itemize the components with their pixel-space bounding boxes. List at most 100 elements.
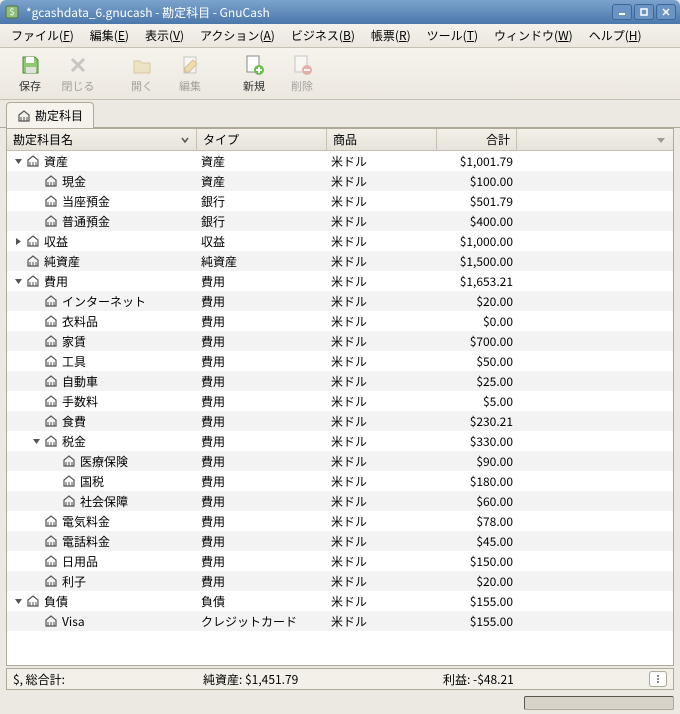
account-name-cell: 費用 [7, 273, 197, 290]
table-row[interactable]: 電気料金費用米ドル$78.00 [7, 511, 673, 531]
table-row[interactable]: 食費費用米ドル$230.21 [7, 411, 673, 431]
menu-windows[interactable]: ウィンドウ(W) [487, 24, 580, 47]
table-row[interactable]: 費用費用米ドル$1,653.21 [7, 271, 673, 291]
account-total-cell: $1,653.21 [437, 273, 517, 290]
account-total-cell: $20.00 [437, 573, 517, 590]
account-commodity-cell: 米ドル [327, 353, 437, 370]
tab-accounts[interactable]: 勘定科目 [6, 102, 94, 128]
account-commodity-cell: 米ドル [327, 193, 437, 210]
account-total-cell: $180.00 [437, 473, 517, 490]
account-name-cell: 当座預金 [7, 193, 197, 210]
svg-text:$: $ [10, 5, 15, 18]
expander-none [31, 316, 42, 327]
account-type-cell: 費用 [197, 333, 327, 350]
table-row[interactable]: 自動車費用米ドル$25.00 [7, 371, 673, 391]
account-commodity-cell: 米ドル [327, 433, 437, 450]
account-commodity-cell: 米ドル [327, 533, 437, 550]
menu-edit[interactable]: 編集(E) [83, 24, 136, 47]
expander-none [31, 416, 42, 427]
account-name-cell: インターネット [7, 293, 197, 310]
table-row[interactable]: 医療保険費用米ドル$90.00 [7, 451, 673, 471]
menu-file[interactable]: ファイル(F) [4, 24, 81, 47]
window-title: *gcashdata_6.gnucash - 勘定科目 - GnuCash [26, 4, 612, 21]
account-name-cell: 手数料 [7, 393, 197, 410]
account-icon [62, 494, 76, 508]
table-row[interactable]: 純資産純資産米ドル$1,500.00 [7, 251, 673, 271]
account-total-cell: $25.00 [437, 373, 517, 390]
table-row[interactable]: インターネット費用米ドル$20.00 [7, 291, 673, 311]
table-row[interactable]: 当座預金銀行米ドル$501.79 [7, 191, 673, 211]
table-row[interactable]: 手数料費用米ドル$5.00 [7, 391, 673, 411]
table-row[interactable]: 普通預金銀行米ドル$400.00 [7, 211, 673, 231]
account-type-cell: 資産 [197, 153, 327, 170]
column-header-row: 勘定科目名 タイプ 商品 合計 [7, 129, 673, 151]
account-name-label: 医療保険 [80, 453, 128, 470]
expander-open-icon[interactable] [13, 156, 24, 167]
column-header-total[interactable]: 合計 [437, 129, 517, 150]
expander-none [31, 536, 42, 547]
table-row[interactable]: 収益収益米ドル$1,000.00 [7, 231, 673, 251]
toolbar-open-button: 開く [118, 50, 166, 98]
tabbar: 勘定科目 [0, 100, 680, 128]
menu-actions[interactable]: アクション(A) [193, 24, 282, 47]
table-row[interactable]: Visaクレジットカード米ドル$155.00 [7, 611, 673, 631]
column-header-name[interactable]: 勘定科目名 [7, 129, 197, 150]
menu-business[interactable]: ビジネス(B) [284, 24, 362, 47]
summary-menu-button[interactable] [649, 671, 667, 687]
table-row[interactable]: 負債負債米ドル$155.00 [7, 591, 673, 611]
table-row[interactable]: 工具費用米ドル$50.00 [7, 351, 673, 371]
column-header-commodity[interactable]: 商品 [327, 129, 437, 150]
table-row[interactable]: 日用品費用米ドル$150.00 [7, 551, 673, 571]
account-name-cell: 収益 [7, 233, 197, 250]
table-row[interactable]: 現金資産米ドル$100.00 [7, 171, 673, 191]
table-row[interactable]: 衣料品費用米ドル$0.00 [7, 311, 673, 331]
account-name-label: 自動車 [62, 373, 98, 390]
table-row[interactable]: 税金費用米ドル$330.00 [7, 431, 673, 451]
account-commodity-cell: 米ドル [327, 333, 437, 350]
table-row[interactable]: 利子費用米ドル$20.00 [7, 571, 673, 591]
chevron-down-icon [180, 135, 190, 145]
account-icon [26, 254, 40, 268]
account-total-cell: $45.00 [437, 533, 517, 550]
account-type-cell: 費用 [197, 353, 327, 370]
close-button[interactable] [656, 4, 676, 20]
expander-open-icon[interactable] [13, 276, 24, 287]
menu-help[interactable]: ヘルプ(H) [582, 24, 649, 47]
menu-tools[interactable]: ツール(T) [420, 24, 485, 47]
account-type-cell: 費用 [197, 473, 327, 490]
maximize-button[interactable] [634, 4, 654, 20]
account-type-cell: 費用 [197, 273, 327, 290]
account-type-cell: 費用 [197, 433, 327, 450]
expander-open-icon[interactable] [13, 596, 24, 607]
column-header-type[interactable]: タイプ [197, 129, 327, 150]
menu-reports[interactable]: 帳票(R) [364, 24, 418, 47]
expander-none [31, 336, 42, 347]
account-total-cell: $100.00 [437, 173, 517, 190]
expander-none [49, 456, 60, 467]
table-row[interactable]: 電話料金費用米ドル$45.00 [7, 531, 673, 551]
account-name-cell: 医療保険 [7, 453, 197, 470]
account-type-cell: 費用 [197, 313, 327, 330]
toolbar-save-button[interactable]: 保存 [6, 50, 54, 98]
table-row[interactable]: 社会保障費用米ドル$60.00 [7, 491, 673, 511]
account-icon [26, 154, 40, 168]
account-commodity-cell: 米ドル [327, 593, 437, 610]
account-icon [44, 174, 58, 188]
table-row[interactable]: 国税費用米ドル$180.00 [7, 471, 673, 491]
expander-closed-icon[interactable] [13, 236, 24, 247]
menu-view[interactable]: 表示(V) [138, 24, 191, 47]
account-commodity-cell: 米ドル [327, 413, 437, 430]
account-icon [44, 514, 58, 528]
account-name-cell: 日用品 [7, 553, 197, 570]
table-row[interactable]: 資産資産米ドル$1,001.79 [7, 151, 673, 171]
account-commodity-cell: 米ドル [327, 453, 437, 470]
table-row[interactable]: 家賃費用米ドル$700.00 [7, 331, 673, 351]
minimize-button[interactable] [612, 4, 632, 20]
toolbar-new-button[interactable]: 新規 [230, 50, 278, 98]
expander-open-icon[interactable] [31, 436, 42, 447]
open-icon [131, 54, 153, 76]
account-tree[interactable]: 資産資産米ドル$1,001.79現金資産米ドル$100.00当座預金銀行米ドル$… [7, 151, 673, 665]
column-config-button[interactable] [517, 129, 673, 150]
account-type-cell: 費用 [197, 533, 327, 550]
account-name-label: 現金 [62, 173, 86, 190]
